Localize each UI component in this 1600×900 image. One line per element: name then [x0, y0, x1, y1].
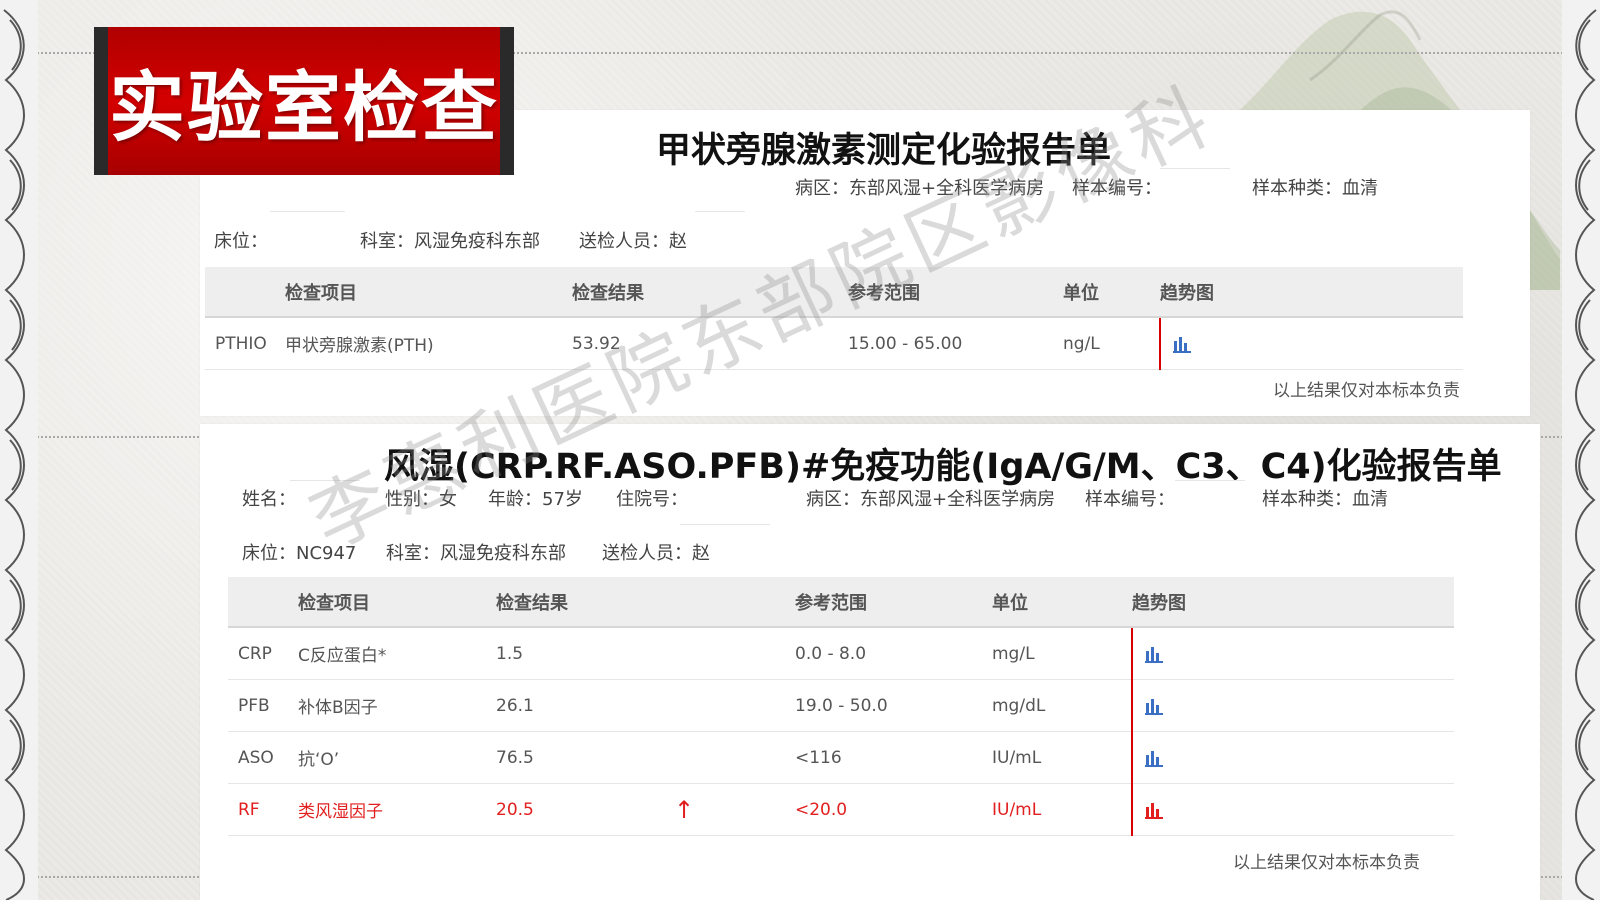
item-name: C反应蛋白*: [298, 627, 496, 680]
decorative-border-right: [1562, 0, 1600, 900]
header-result: 检查结果: [572, 267, 848, 318]
item-range: 15.00 - 65.00: [848, 317, 1063, 370]
slide-title: 实验室检查: [109, 63, 499, 152]
table-row: PTHIO 甲状旁腺激素(PTH) 53.92 15.00 - 65.00 ng…: [205, 317, 1463, 370]
footer-note: 以上结果仅对本标本负责: [1233, 853, 1420, 873]
slide-title-box: 实验室检查: [94, 27, 514, 175]
table-row: PFB 补体B因子 26.1 19.0 - 50.0 mg/dL: [228, 679, 1454, 732]
field-sex: 性别：女: [385, 489, 457, 510]
bar-chart-icon[interactable]: [1173, 335, 1193, 353]
field-ward: 病区：东部风湿+全科医学病房: [795, 178, 1045, 199]
item-range: <20.0: [795, 783, 992, 836]
item-flag: [674, 731, 795, 784]
item-result: 26.1: [496, 679, 674, 732]
results-table: 检查项目 检查结果 参考范围 单位 趋势图 CRP C反应蛋白* 1.5 0.0…: [228, 577, 1454, 836]
item-code: ASO: [228, 731, 298, 784]
field-sample-type: 样本种类：血清: [1262, 489, 1388, 510]
field-sample-no: 样本编号：: [1085, 489, 1175, 510]
header-item: 检查项目: [298, 577, 496, 628]
header-trend: 趋势图: [1132, 577, 1454, 628]
item-result: 1.5: [496, 627, 674, 680]
field-underline: [1175, 480, 1245, 481]
field-name: 姓名：: [242, 489, 296, 510]
item-name: 类风湿因子: [298, 783, 496, 836]
table-row-abnormal: RF 类风湿因子 20.5 ↑ <20.0 IU/mL: [228, 783, 1454, 836]
header-trend: 趋势图: [1160, 267, 1463, 318]
footer-note: 以上结果仅对本标本负责: [1273, 381, 1460, 401]
item-name: 抗‘O’: [298, 731, 496, 784]
item-code: CRP: [228, 627, 298, 680]
field-ward: 病区：东部风湿+全科医学病房: [806, 489, 1056, 510]
trend-cell[interactable]: [1131, 679, 1454, 732]
item-range: 0.0 - 8.0: [795, 627, 992, 680]
field-age: 年龄：57岁: [488, 489, 583, 510]
item-range: <116: [795, 731, 992, 784]
item-name: 补体B因子: [298, 679, 496, 732]
header-result: 检查结果: [496, 577, 674, 628]
field-inpatient-no: 住院号：: [616, 489, 688, 510]
field-bed: 床位：NC947: [242, 543, 357, 564]
field-sender: 送检人员：赵: [602, 543, 710, 564]
trend-cell[interactable]: [1131, 783, 1454, 836]
field-bed: 床位：: [214, 231, 268, 252]
item-unit: IU/mL: [992, 731, 1132, 784]
field-underline: [270, 211, 345, 212]
field-underline: [680, 524, 770, 525]
field-underline: [1160, 168, 1230, 169]
item-unit: mg/dL: [992, 679, 1132, 732]
results-table: 检查项目 检查结果 参考范围 单位 趋势图 PTHIO 甲状旁腺激素(PTH) …: [205, 267, 1463, 370]
decorative-border-left: [0, 0, 38, 900]
up-arrow-flag: ↑: [674, 795, 695, 824]
item-unit: mg/L: [992, 627, 1132, 680]
item-result: 76.5: [496, 731, 674, 784]
bar-chart-icon[interactable]: [1145, 801, 1165, 819]
table-header-row: 检查项目 检查结果 参考范围 单位 趋势图: [228, 577, 1454, 628]
field-sample-no: 样本编号：: [1072, 178, 1162, 199]
item-name: 甲状旁腺激素(PTH): [285, 317, 572, 370]
bar-chart-icon[interactable]: [1145, 645, 1165, 663]
header-range: 参考范围: [795, 577, 992, 628]
field-sender: 送检人员：赵: [579, 231, 687, 252]
field-dept: 科室：风湿免疫科东部: [360, 231, 540, 252]
table-header-row: 检查项目 检查结果 参考范围 单位 趋势图: [205, 267, 1463, 318]
item-result: 53.92: [572, 317, 848, 370]
bar-chart-icon[interactable]: [1145, 697, 1165, 715]
field-underline: [695, 211, 745, 212]
table-row: ASO 抗‘O’ 76.5 <116 IU/mL: [228, 731, 1454, 784]
item-range: 19.0 - 50.0: [795, 679, 992, 732]
header-range: 参考范围: [848, 267, 1063, 318]
trend-cell[interactable]: [1131, 731, 1454, 784]
item-unit: ng/L: [1063, 317, 1160, 370]
item-code: PTHIO: [205, 317, 285, 370]
field-dept: 科室：风湿免疫科东部: [386, 543, 566, 564]
header-unit: 单位: [1063, 267, 1160, 318]
field-underline: [290, 480, 360, 481]
item-code: RF: [228, 783, 298, 836]
bar-chart-icon[interactable]: [1145, 749, 1165, 767]
header-item: 检查项目: [285, 267, 572, 318]
item-unit: IU/mL: [992, 783, 1132, 836]
field-sample-type: 样本种类：血清: [1252, 178, 1378, 199]
header-unit: 单位: [992, 577, 1132, 628]
table-row: CRP C反应蛋白* 1.5 0.0 - 8.0 mg/L: [228, 627, 1454, 680]
item-code: PFB: [228, 679, 298, 732]
item-flag: [674, 679, 795, 732]
report-rheumatism-immune: 风湿(CRP.RF.ASO.PFB)#免疫功能(IgA/G/M、C3、C4)化验…: [200, 424, 1540, 900]
report-title: 甲状旁腺激素测定化验报告单: [656, 131, 1112, 171]
item-result: 20.5: [496, 783, 674, 836]
trend-cell[interactable]: [1131, 627, 1454, 680]
trend-cell[interactable]: [1159, 317, 1463, 370]
item-flag: [674, 627, 795, 680]
report-title: 风湿(CRP.RF.ASO.PFB)#免疫功能(IgA/G/M、C3、C4)化验…: [384, 447, 1502, 487]
